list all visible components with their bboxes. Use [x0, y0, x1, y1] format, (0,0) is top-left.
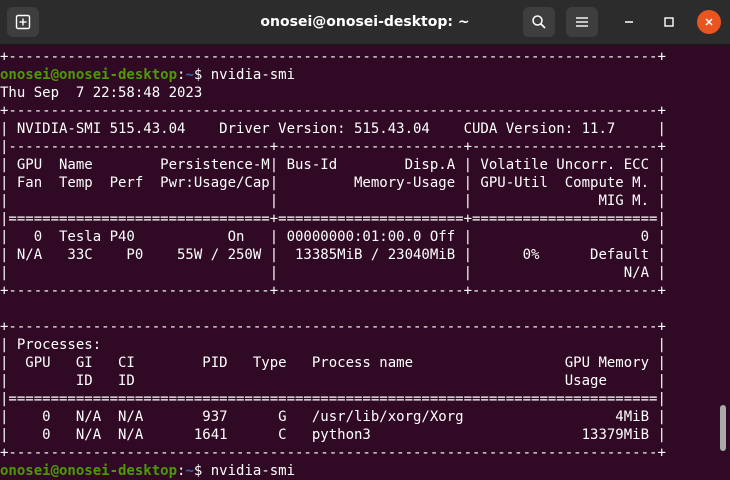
close-button[interactable]: [697, 10, 721, 34]
search-icon: [532, 15, 546, 29]
terminal-line: +---------------------------------------…: [0, 319, 666, 335]
terminal-line: | | | MIG M. |: [0, 193, 666, 209]
prompt-line: onosei@onosei-desktop:~$ nvidia-smi: [0, 66, 295, 84]
maximize-button[interactable]: [657, 10, 681, 34]
prompt-line: onosei@onosei-desktop:~$ nvidia-smi: [0, 462, 295, 480]
terminal-line: Thu Sep 7 22:58:48 2023: [0, 85, 203, 101]
terminal-line: |=======================================…: [0, 391, 666, 407]
scrollbar-thumb[interactable]: [720, 405, 726, 451]
prompt-path: ~: [185, 67, 194, 83]
new-tab-button[interactable]: [7, 7, 39, 37]
terminal-line: | GPU GI CI PID Type Process name GPU Me…: [0, 355, 666, 371]
terminal-line: | ID ID Usage |: [0, 373, 666, 389]
prompt-command: nvidia-smi: [210, 67, 296, 83]
menu-button[interactable]: [566, 7, 598, 37]
prompt-dollar: $: [193, 67, 211, 83]
terminal-line: | Fan Temp Perf Pwr:Usage/Cap| Memory-Us…: [0, 175, 666, 191]
search-button[interactable]: [523, 7, 555, 37]
terminal-line: | 0 N/A N/A 937 G /usr/lib/xorg/Xorg 4Mi…: [0, 409, 666, 425]
terminal-line: | 0 Tesla P40 On | 00000000:01:00.0 Off …: [0, 229, 666, 245]
prompt-dollar: $: [193, 463, 211, 479]
prompt-user-host: onosei@onosei-desktop: [0, 67, 178, 83]
close-icon: [705, 18, 713, 26]
terminal-line: | 0 N/A N/A 1641 C python3 13379MiB |: [0, 427, 666, 443]
terminal-line: +---------------------------------------…: [0, 103, 666, 119]
new-tab-icon: [15, 14, 31, 30]
terminal-line: | | | N/A |: [0, 265, 666, 281]
maximize-icon: [664, 17, 674, 27]
terminal-line: +---------------------------------------…: [0, 445, 666, 461]
prompt-user-host: onosei@onosei-desktop: [0, 463, 178, 479]
minimize-button[interactable]: [617, 10, 641, 34]
terminal-line: | NVIDIA-SMI 515.43.04 Driver Version: 5…: [0, 121, 666, 137]
terminal-line: | GPU Name Persistence-M| Bus-Id Disp.A …: [0, 157, 666, 173]
terminal-line: +-------------------------------+-------…: [0, 283, 666, 299]
title-bar: onosei@onosei-desktop: ~: [0, 0, 730, 45]
terminal-line: |===============================+=======…: [0, 211, 666, 227]
terminal-area[interactable]: +---------------------------------------…: [0, 45, 716, 480]
prompt-command: nvidia-smi: [210, 463, 296, 479]
terminal-line: | N/A 33C P0 55W / 250W | 13385MiB / 230…: [0, 247, 666, 263]
prompt-path: ~: [185, 463, 194, 479]
terminal-line: +---------------------------------------…: [0, 49, 666, 65]
minimize-icon: [625, 21, 633, 23]
hamburger-menu-icon: [576, 17, 588, 27]
terminal-line: |-------------------------------+-------…: [0, 139, 666, 155]
terminal-line: | Processes: |: [0, 337, 666, 353]
